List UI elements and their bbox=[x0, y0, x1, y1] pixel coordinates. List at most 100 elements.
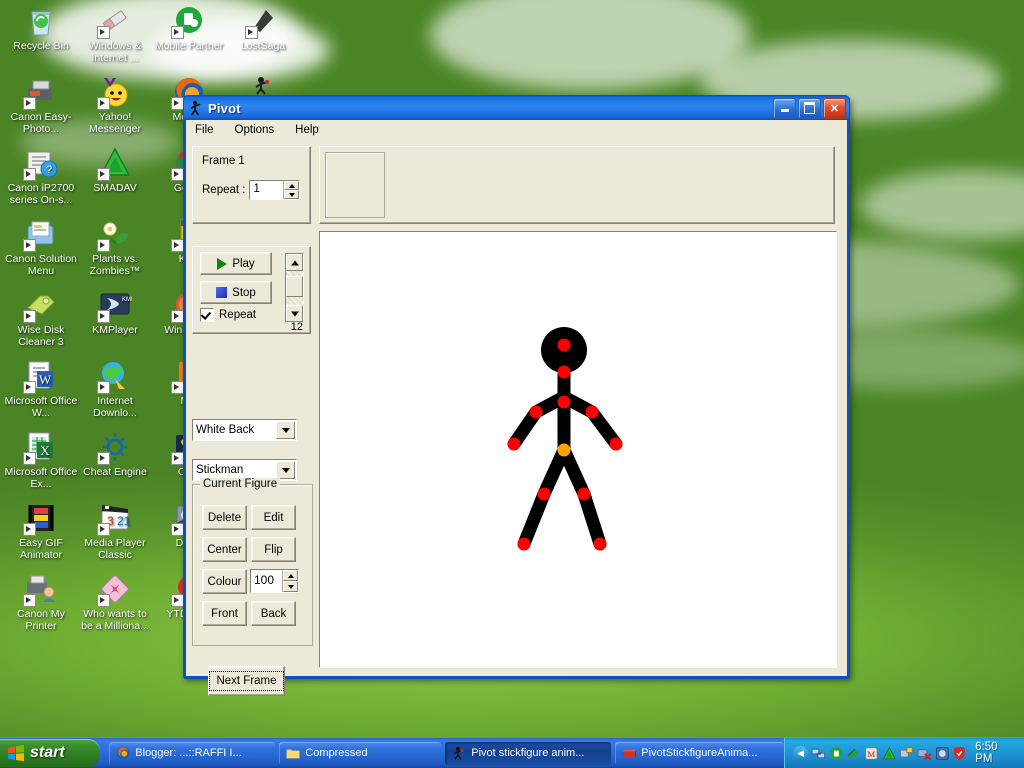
taskbar-item-pivot[interactable]: Pivot stickfigure anim... bbox=[445, 741, 612, 765]
taskbar-clock[interactable]: 6:50 PM bbox=[975, 741, 1017, 765]
svg-text:KMP: KMP bbox=[122, 297, 132, 303]
background-select[interactable]: White Back bbox=[192, 419, 297, 441]
stickman-figure[interactable] bbox=[320, 232, 836, 667]
repeat-field-label: Repeat : bbox=[202, 184, 246, 196]
menu-help[interactable]: Help bbox=[293, 123, 321, 137]
stop-button[interactable]: Stop bbox=[200, 281, 272, 304]
start-button[interactable]: start bbox=[0, 739, 101, 767]
show-hidden-icons-chevron[interactable]: ◀ bbox=[793, 745, 808, 761]
kmplayer-icon: KMP bbox=[97, 288, 135, 323]
animation-canvas[interactable] bbox=[319, 231, 837, 668]
desktop-icon-media-player-classic[interactable]: 21 3 Media Player Classic bbox=[78, 501, 152, 561]
smadav-green-icon[interactable] bbox=[882, 746, 897, 761]
center-figure-button[interactable]: Center bbox=[202, 537, 247, 562]
send-back-button[interactable]: Back bbox=[251, 601, 296, 626]
frame-strip[interactable] bbox=[319, 146, 835, 224]
background-select-value: White Back bbox=[196, 424, 255, 436]
desktop-icon-plants-vs-zombies[interactable]: Plants vs. Zombies™ bbox=[78, 217, 152, 277]
mobile-partner-icon bbox=[171, 4, 206, 39]
speed-scroll-thumb[interactable] bbox=[286, 276, 303, 297]
repeat-value[interactable]: 1 bbox=[250, 181, 284, 199]
antivirus-shield-icon[interactable] bbox=[829, 746, 844, 761]
repeat-stepper[interactable]: 1 bbox=[249, 180, 301, 200]
figure-scale-decrement-icon[interactable] bbox=[283, 581, 298, 592]
next-frame-label: Next Frame bbox=[209, 671, 284, 691]
svg-text:X: X bbox=[40, 443, 50, 458]
figure-scale-stepper[interactable]: 100 bbox=[250, 569, 299, 593]
taskbar-item-blogger[interactable]: Blogger: ...::RAFFI I... bbox=[109, 741, 276, 765]
red-shield-icon[interactable] bbox=[952, 746, 967, 761]
safely-remove-hardware-icon[interactable] bbox=[917, 746, 932, 761]
repeat-spin-arrows[interactable] bbox=[283, 181, 300, 199]
flip-figure-button[interactable]: Flip bbox=[251, 537, 296, 562]
delete-figure-button[interactable]: Delete bbox=[202, 505, 247, 530]
desktop-icon-mobile-partner[interactable]: Mobile Partner bbox=[152, 4, 226, 53]
current-figure-group: Current Figure Delete Edit Center Flip C… bbox=[192, 478, 313, 646]
pivot-stickman-desktop-icon[interactable] bbox=[252, 76, 272, 96]
smadav-icon[interactable] bbox=[846, 746, 861, 761]
playback-panel: Play Stop Repeat 12 bbox=[192, 246, 311, 334]
desktop-icon-easy-gif-animator[interactable]: Easy GIF Animator bbox=[4, 501, 78, 561]
display-properties-icon[interactable] bbox=[899, 746, 914, 761]
plants-vs-zombies-icon bbox=[97, 217, 132, 252]
figure-origin-joint bbox=[557, 443, 571, 457]
desktop-icon-microsoft-office-ex[interactable]: X Microsoft Office Ex... bbox=[4, 430, 78, 490]
start-label: start bbox=[30, 744, 65, 761]
figure-scale-spin-arrows[interactable] bbox=[282, 570, 298, 592]
figure-scale-increment-icon[interactable] bbox=[283, 570, 298, 581]
desktop-icon-label: Internet Downlo... bbox=[93, 395, 137, 419]
next-frame-button[interactable]: Next Frame bbox=[208, 666, 285, 696]
chevron-down-icon[interactable] bbox=[276, 421, 295, 439]
desktop-icon-canon-my-printer[interactable]: Canon My Printer bbox=[4, 572, 78, 632]
menu-file[interactable]: File bbox=[193, 123, 216, 137]
taskbar: start Blogger: ...::RAFFI I... Compresse… bbox=[0, 737, 1024, 768]
bring-front-button[interactable]: Front bbox=[202, 601, 247, 626]
figure-scale-value[interactable]: 100 bbox=[251, 570, 282, 592]
chevron-down-icon[interactable] bbox=[276, 461, 295, 479]
edit-figure-button[interactable]: Edit bbox=[251, 505, 296, 530]
minimize-button[interactable] bbox=[773, 97, 796, 119]
repeat-increment-icon[interactable] bbox=[284, 181, 300, 190]
idm-icon[interactable]: M bbox=[864, 746, 879, 761]
desktop-icon-kmplayer[interactable]: KMP KMPlayer bbox=[78, 288, 152, 337]
desktop-icon-wise-disk-cleaner-3[interactable]: Wise Disk Cleaner 3 bbox=[4, 288, 78, 348]
desktop-icon-who-wants-to-be-a-milliona[interactable]: Who wants to be a Milliona... bbox=[78, 572, 152, 632]
menu-options[interactable]: Options bbox=[233, 123, 277, 137]
repeat-decrement-icon[interactable] bbox=[284, 190, 300, 199]
desktop-icon-yahoo-messenger[interactable]: Yahoo! Messenger bbox=[78, 75, 152, 135]
desktop-icon-label: Canon Easy-Photo... bbox=[10, 111, 72, 135]
taskbar-item-winrar-archive[interactable]: PivotStickfigureAnima... bbox=[615, 741, 785, 765]
desktop-icon-label: Media Player Classic bbox=[84, 537, 146, 561]
desktop-icon-microsoft-office-w[interactable]: W Microsoft Office W... bbox=[4, 359, 78, 419]
windows-flag-icon bbox=[8, 744, 24, 761]
desktop-icon-internet-downlo[interactable]: Internet Downlo... bbox=[78, 359, 152, 419]
taskbar-item-compressed[interactable]: Compressed bbox=[279, 741, 442, 765]
network-connections-icon[interactable] bbox=[811, 746, 826, 761]
desktop-icon-canon-easy-photo[interactable]: Canon Easy-Photo... bbox=[4, 75, 78, 135]
play-button[interactable]: Play bbox=[200, 252, 272, 275]
desktop-icon-canon-ip2700-series-on-s[interactable]: ? Canon iP2700 series On-s... bbox=[4, 146, 78, 206]
desktop-icon-recycle-bin[interactable]: Recycle Bin bbox=[4, 4, 78, 53]
current-figure-group-title: Current Figure bbox=[200, 478, 281, 490]
cloud bbox=[860, 170, 1024, 240]
speed-scrollbar[interactable] bbox=[285, 253, 304, 323]
window-titlebar[interactable]: Pivot ✕ bbox=[183, 95, 850, 120]
pivot-application-window: Pivot ✕ File Options Help Frame 1 Repeat… bbox=[183, 95, 850, 696]
desktop-icon-cheat-engine[interactable]: Cheat Engine bbox=[78, 430, 152, 479]
close-button[interactable]: ✕ bbox=[823, 97, 846, 119]
desktop-icon-canon-solution-menu[interactable]: Canon Solution Menu bbox=[4, 217, 78, 277]
desktop-icon-label: Canon Solution Menu bbox=[5, 253, 77, 277]
speed-scroll-up-icon[interactable] bbox=[286, 254, 303, 271]
desktop-icon-label: Wise Disk Cleaner 3 bbox=[17, 324, 65, 348]
frame-thumbnail[interactable] bbox=[325, 152, 385, 218]
media-player-classic-icon: 21 3 bbox=[97, 501, 132, 536]
colour-figure-button[interactable]: Colour bbox=[202, 569, 247, 594]
speed-scroll-down-icon[interactable] bbox=[286, 305, 303, 322]
maximize-button[interactable] bbox=[798, 97, 821, 119]
desktop-icon-windows-internet[interactable]: Windows & Internet ... bbox=[78, 4, 152, 64]
pivot-stickman-icon bbox=[190, 100, 201, 116]
desktop-icon-lostsaga[interactable]: LostSaga bbox=[226, 4, 300, 53]
security-center-icon[interactable] bbox=[935, 746, 950, 761]
yahoo-messenger-icon bbox=[97, 75, 132, 110]
desktop-icon-smadav[interactable]: SMADAV bbox=[78, 146, 152, 195]
